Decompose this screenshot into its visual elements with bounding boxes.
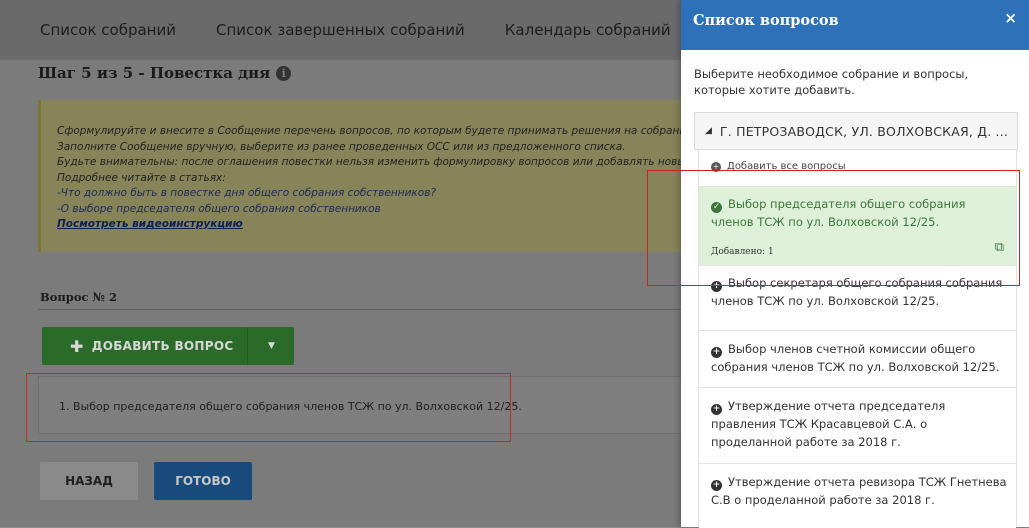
add-question-dropdown-toggle[interactable]: ▼ — [247, 327, 294, 365]
highlight-frame — [647, 170, 1020, 286]
triangle-down-icon: ◢ — [705, 126, 712, 136]
nav-item-calendar[interactable]: Календарь собраний — [505, 21, 671, 39]
question-item[interactable]: + Утверждение отчета председателя правлен… — [699, 387, 1016, 463]
panel-description: Выберите необходимое собрание и вопросы,… — [694, 67, 969, 97]
panel-title: Список вопросов — [693, 12, 839, 29]
plus-icon: ✚ — [70, 336, 84, 356]
done-button[interactable]: ГОТОВО — [154, 462, 252, 500]
question-item[interactable]: + Утверждение отчета ревизора ТСЖ Гнетнев… — [699, 463, 1016, 528]
hint-line: Заполните Сообщение вручную, выберите из… — [57, 140, 626, 153]
meeting-title: Г. ПЕТРОЗАВОДСК, УЛ. ВОЛХОВСКАЯ, Д. ... — [719, 123, 1009, 139]
panel-header: Список вопросов × — [681, 0, 1029, 50]
hint-line: Подробнее читайте в статьях: — [57, 171, 226, 184]
page-title-text: Шаг 5 из 5 - Повестка дня — [38, 64, 271, 82]
plus-circle-icon: + — [711, 480, 722, 491]
hint-text: Сформулируйте и внесите в Сообщение пере… — [57, 124, 697, 233]
info-icon[interactable]: i — [276, 66, 292, 81]
question-item-text: + Выбор членов счетной комиссии общего со… — [711, 340, 1007, 376]
divider — [38, 309, 698, 310]
article-link-chairman[interactable]: -О выборе председателя общего собрания с… — [57, 202, 697, 218]
add-question-button-group: ✚ ДОБАВИТЬ ВОПРОС ▼ — [42, 327, 295, 365]
question-item[interactable]: + Выбор членов счетной комиссии общего со… — [699, 330, 1016, 387]
caret-down-icon: ▼ — [267, 341, 275, 351]
meeting-accordion-header[interactable]: ◢ Г. ПЕТРОЗАВОДСК, УЛ. ВОЛХОВСКАЯ, Д. ..… — [694, 112, 1018, 150]
nav-item-meetings[interactable]: Список собраний — [40, 21, 176, 39]
add-question-label: ДОБАВИТЬ ВОПРОС — [91, 339, 234, 353]
close-icon[interactable]: × — [1004, 9, 1017, 27]
question-label: Вопрос № 2 — [40, 290, 118, 304]
plus-circle-icon: + — [711, 404, 722, 415]
hint-box: Сформулируйте и внесите в Сообщение пере… — [38, 100, 701, 252]
hint-line: Будьте внимательны: после оглашения пове… — [57, 156, 693, 168]
question-text: Утверждение отчета ревизора ТСЖ Гнетнева… — [711, 475, 1007, 507]
page-title: Шаг 5 из 5 - Повестка дня i — [38, 64, 292, 82]
question-item-text: + Утверждение отчета председателя правлен… — [711, 397, 1007, 451]
question-item-text: + Утверждение отчета ревизора ТСЖ Гнетнев… — [711, 473, 1007, 509]
nav-item-completed-meetings[interactable]: Список завершенных собраний — [216, 21, 465, 39]
back-button[interactable]: НАЗАД — [40, 462, 138, 500]
question-text: Утверждение отчета председателя правлени… — [711, 399, 946, 449]
hint-line: Сформулируйте и внесите в Сообщение пере… — [57, 125, 693, 137]
video-instruction-link[interactable]: Посмотреть видеоинструкцию — [57, 217, 697, 233]
plus-circle-icon: + — [711, 347, 722, 358]
highlight-frame — [26, 373, 511, 442]
question-text: Выбор членов счетной комиссии общего соб… — [711, 342, 1000, 374]
article-link-agenda[interactable]: -Что должно быть в повестке дня общего с… — [57, 186, 697, 202]
add-question-button[interactable]: ✚ ДОБАВИТЬ ВОПРОС — [42, 327, 247, 365]
